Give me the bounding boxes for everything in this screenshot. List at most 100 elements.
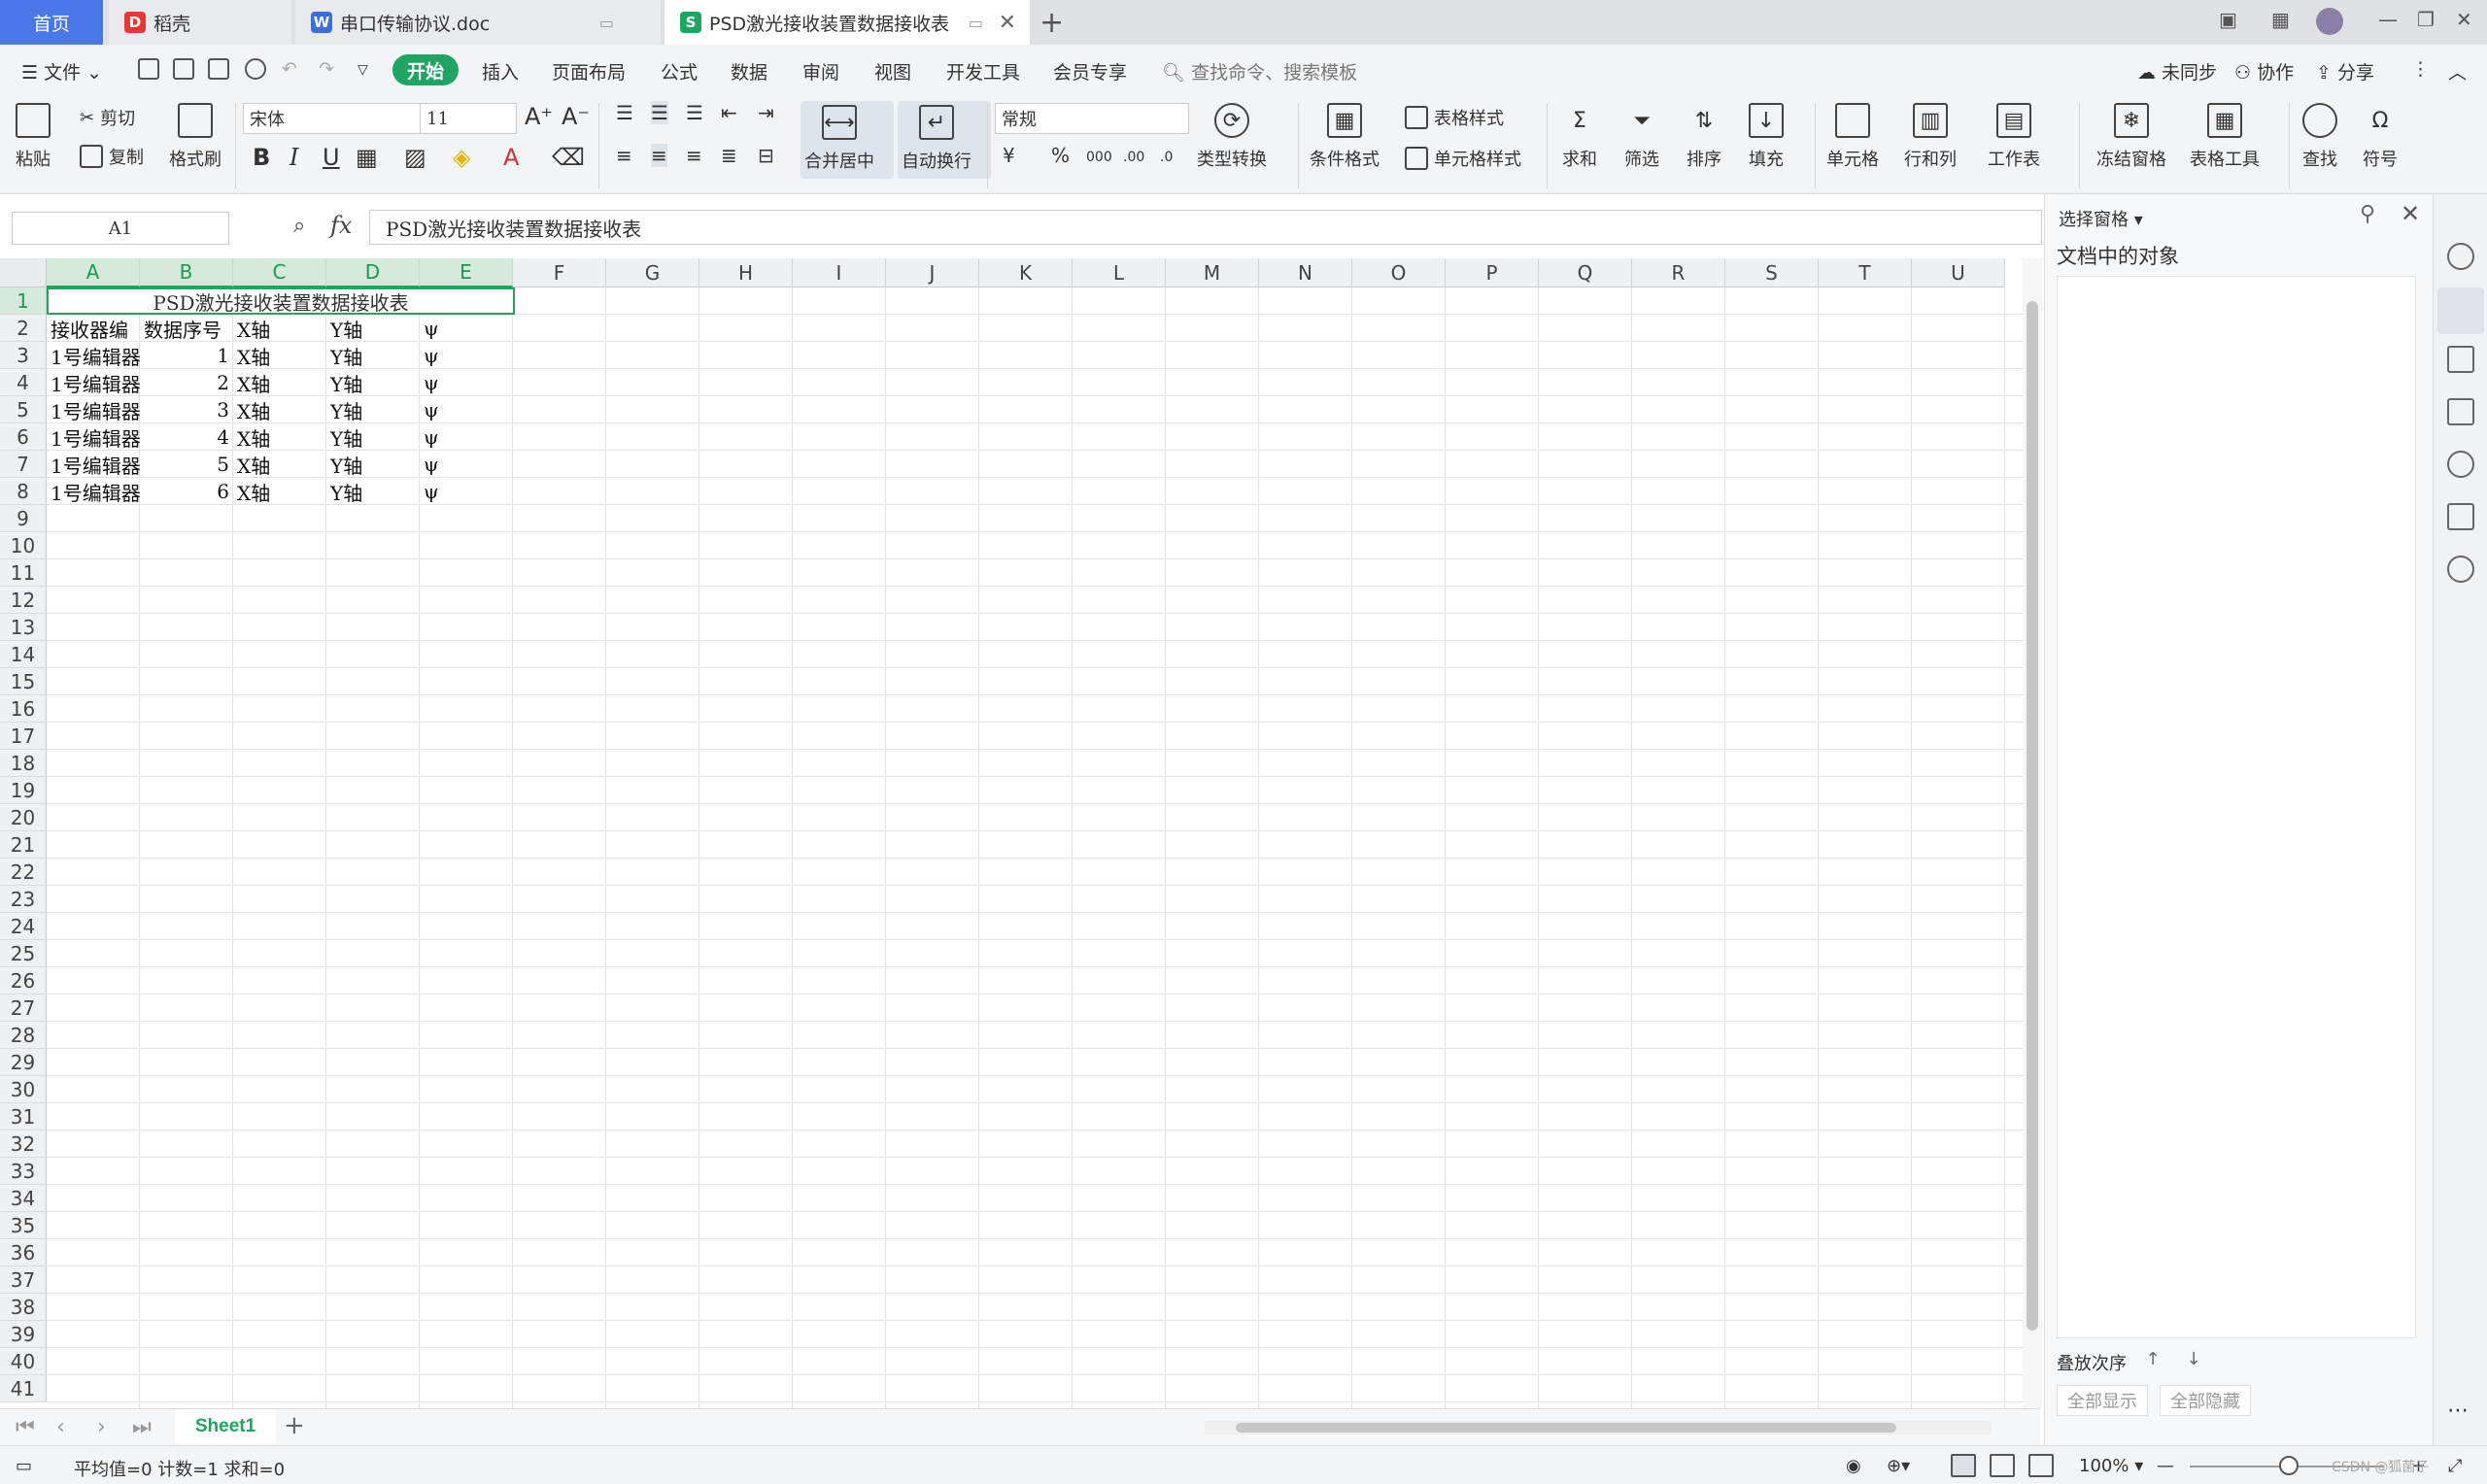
table-cell[interactable]: Y轴 [326, 478, 420, 505]
menu-page-layout[interactable]: 页面布局 [552, 58, 626, 84]
table-cell[interactable]: ψ [420, 342, 513, 369]
pin-icon[interactable]: ⚲ [2360, 202, 2375, 226]
row-header-1[interactable]: 1 [0, 287, 47, 315]
font-size-select[interactable]: 11 [420, 103, 517, 134]
tab-doc[interactable]: W 串口传输协议.doc ▭ [295, 0, 661, 45]
row-header-10[interactable]: 10 [0, 532, 47, 559]
bold-icon[interactable]: B [253, 144, 270, 171]
percent-icon[interactable]: % [1051, 144, 1070, 167]
row-header-32[interactable]: 32 [0, 1130, 47, 1158]
increase-font-icon[interactable]: A⁺ [525, 103, 553, 130]
row-header-4[interactable]: 4 [0, 369, 47, 396]
row-header-30[interactable]: 30 [0, 1076, 47, 1103]
title-cell-a1[interactable]: PSD激光接收装置数据接收表 [47, 287, 515, 315]
menu-review[interactable]: 审阅 [802, 58, 839, 84]
table-cell[interactable]: X轴 [233, 423, 326, 451]
table-cell[interactable]: 1号编辑器 [47, 478, 140, 505]
increase-indent-icon[interactable]: ⇥ [758, 101, 774, 124]
row-header-23[interactable]: 23 [0, 886, 47, 913]
currency-icon[interactable]: ¥ [1003, 144, 1015, 167]
customize-toolbar-icon[interactable]: ▽ [358, 62, 368, 78]
column-header-t[interactable]: T [1819, 258, 1912, 287]
worksheet-button[interactable]: ▤ 工作表 [1988, 103, 2040, 171]
column-header-l[interactable]: L [1073, 258, 1166, 287]
column-header-e[interactable]: E [420, 258, 513, 287]
table-cell[interactable]: ψ [420, 423, 513, 451]
name-box[interactable]: A1 [12, 212, 229, 245]
select-all-corner[interactable] [0, 258, 47, 287]
table-cell[interactable]: 4 [140, 423, 233, 451]
more-dots-icon[interactable]: ⋯ [2447, 1399, 2474, 1426]
borders-icon[interactable]: ▦ [356, 144, 378, 171]
new-tab-button[interactable]: + [1039, 6, 1064, 40]
row-header-34[interactable]: 34 [0, 1185, 47, 1212]
status-screen-icon[interactable]: ▭ [16, 1456, 32, 1476]
row-header-11[interactable]: 11 [0, 559, 47, 587]
row-header-28[interactable]: 28 [0, 1022, 47, 1049]
menu-start[interactable]: 开始 [392, 54, 459, 85]
table-cell[interactable]: 1号编辑器 [47, 396, 140, 423]
row-header-5[interactable]: 5 [0, 396, 47, 423]
command-search[interactable]: 🔍︎ 查找命令、搜索模板 [1162, 58, 1357, 84]
row-header-21[interactable]: 21 [0, 831, 47, 859]
collaborate-button[interactable]: ⚇ 协作 [2234, 58, 2294, 84]
table-cell[interactable]: 3 [140, 396, 233, 423]
last-sheet-icon[interactable]: ⏭ [132, 1415, 152, 1439]
normal-view-icon[interactable] [1951, 1454, 1976, 1477]
table-cell[interactable]: 1号编辑器 [47, 369, 140, 396]
format-painter-button[interactable]: 格式刷 [169, 103, 221, 171]
page-layout-view-icon[interactable] [1990, 1454, 2015, 1477]
align-right-icon[interactable]: ≡ [686, 144, 702, 167]
column-header-s[interactable]: S [1725, 258, 1819, 287]
row-header-22[interactable]: 22 [0, 859, 47, 886]
next-sheet-icon[interactable]: › [97, 1415, 106, 1439]
distributed-align-icon[interactable]: ⊟ [758, 144, 774, 167]
align-bottom-icon[interactable]: ☰ [686, 101, 703, 124]
grid-apps-icon[interactable]: ▦ [2271, 8, 2290, 31]
column-header-p[interactable]: P [1446, 258, 1539, 287]
image-icon[interactable] [2447, 503, 2474, 530]
row-header-12[interactable]: 12 [0, 587, 47, 614]
add-sheet-button[interactable]: + [284, 1411, 305, 1440]
fx-icon[interactable]: fx [330, 212, 352, 239]
decrease-decimal-icon[interactable]: .0 [1160, 150, 1173, 165]
table-cell[interactable]: 1号编辑器 [47, 423, 140, 451]
row-header-37[interactable]: 37 [0, 1266, 47, 1294]
row-header-33[interactable]: 33 [0, 1158, 47, 1185]
fill-button[interactable]: ↓ 填充 [1749, 103, 1784, 171]
save-icon[interactable] [138, 58, 159, 80]
align-center-icon[interactable]: ≡ [651, 144, 667, 167]
row-header-13[interactable]: 13 [0, 614, 47, 641]
bring-forward-icon[interactable]: ↑ [2140, 1346, 2165, 1371]
column-header-q[interactable]: Q [1539, 258, 1632, 287]
minimize-icon[interactable]: — [2378, 8, 2398, 31]
table-cell[interactable]: Y轴 [326, 369, 420, 396]
tab-daoke[interactable]: D 稻壳 [109, 0, 291, 45]
italic-icon[interactable]: I [290, 144, 298, 171]
row-header-41[interactable]: 41 [0, 1375, 47, 1402]
zoom-slider-knob[interactable] [2279, 1456, 2299, 1475]
row-header-35[interactable]: 35 [0, 1212, 47, 1239]
increase-decimal-icon[interactable]: .00 [1123, 150, 1144, 165]
show-all-button[interactable]: 全部显示 [2057, 1385, 2148, 1416]
avatar[interactable] [2316, 8, 2343, 35]
table-tools-button[interactable]: ▦ 表格工具 [2190, 103, 2260, 171]
column-header-f[interactable]: F [513, 258, 606, 287]
table-header-cell[interactable]: 数据序号 [140, 315, 233, 342]
hide-all-button[interactable]: 全部隐藏 [2160, 1385, 2251, 1416]
horizontal-scrollbar[interactable] [1205, 1421, 1992, 1434]
row-header-20[interactable]: 20 [0, 804, 47, 831]
print-icon[interactable] [208, 58, 229, 80]
align-middle-icon[interactable]: ☰ [651, 101, 668, 124]
table-style-button[interactable]: 表格样式 [1405, 105, 1504, 130]
type-convert-button[interactable]: ⟳ 类型转换 [1197, 103, 1267, 171]
row-header-27[interactable]: 27 [0, 995, 47, 1022]
table-cell[interactable]: X轴 [233, 451, 326, 478]
row-header-2[interactable]: 2 [0, 315, 47, 342]
table-cell[interactable]: ψ [420, 369, 513, 396]
freeze-panes-button[interactable]: ❄ 冻结窗格 [2096, 103, 2166, 171]
row-header-16[interactable]: 16 [0, 695, 47, 723]
page-break-view-icon[interactable] [2028, 1454, 2054, 1477]
cell-style-button[interactable]: 单元格样式 [1405, 146, 1521, 171]
monitor-icon[interactable]: ▭ [969, 14, 983, 32]
